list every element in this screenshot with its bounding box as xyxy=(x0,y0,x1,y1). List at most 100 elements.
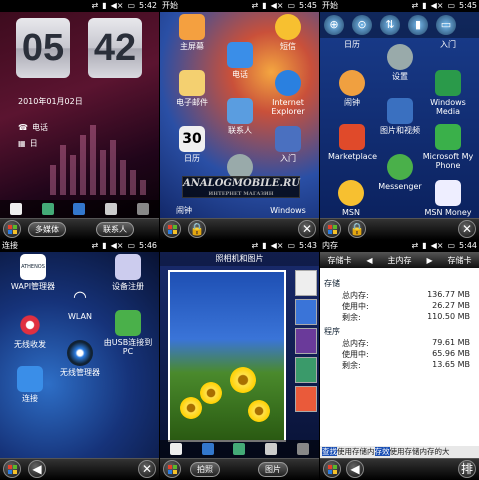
thumbnail[interactable] xyxy=(295,299,317,325)
home-tab-icon[interactable] xyxy=(9,203,22,215)
tile-wireless-manager[interactable]: 无线管理器 xyxy=(56,340,104,377)
tile-wlan[interactable]: ◠ WLAN xyxy=(56,284,104,321)
close-button[interactable]: ✕ xyxy=(298,220,316,238)
battery-icon: ▭ xyxy=(127,1,136,10)
softkey-multimedia[interactable]: 多媒体 xyxy=(28,222,66,237)
tile-windows[interactable]: Windows xyxy=(264,206,312,215)
thumbnail[interactable] xyxy=(295,386,317,412)
tile-connections[interactable]: 连接 xyxy=(6,366,54,403)
start-button[interactable] xyxy=(163,460,181,478)
tile-label: WLAN xyxy=(67,312,92,321)
tile-device-registration[interactable]: 设备注册 xyxy=(104,254,152,291)
tile-messenger[interactable]: Messenger xyxy=(376,154,424,191)
tile-calendar[interactable]: 30 日历 xyxy=(168,126,216,163)
home-tab-icon[interactable] xyxy=(169,443,182,455)
connections-panel: 连接 ⇄ ▮ ◀× ▭ 5:46 ATHENOS WAPI管理器 设备注册 ◠ WL… xyxy=(0,240,159,480)
photo-preview[interactable] xyxy=(168,270,286,442)
status-bar: 连接 ⇄ ▮ ◀× ▭ 5:46 xyxy=(0,240,159,252)
tile-calendar[interactable]: 日历 xyxy=(328,40,376,49)
people-tab-icon[interactable] xyxy=(233,443,246,455)
memory-footer-link[interactable]: 查找使用存储内存效使用存储内存的大 xyxy=(320,446,479,458)
tab-prev-arrow[interactable]: ◀ xyxy=(366,256,372,265)
sort-button[interactable]: 排 xyxy=(458,460,476,478)
windows-flag-icon xyxy=(168,225,177,234)
softkey-pictures[interactable]: 图片 xyxy=(258,462,288,477)
gear-icon xyxy=(387,44,413,70)
tab-next-arrow[interactable]: ▶ xyxy=(426,256,432,265)
tile-wireless-radio[interactable]: 无线收发 xyxy=(6,312,54,349)
close-button[interactable]: ✕ xyxy=(138,460,156,478)
tile-getting-started[interactable]: 入门 xyxy=(264,126,312,163)
thumbnail[interactable] xyxy=(295,357,317,383)
photos-tab-icon[interactable] xyxy=(265,443,278,455)
status-time: 5:42 xyxy=(139,1,157,10)
status-bar: 内存 ⇄ ▮ ◀× ▭ 5:44 xyxy=(320,240,479,252)
battery-status-icon[interactable]: ▭ xyxy=(436,15,456,35)
radio-target-icon xyxy=(17,312,43,338)
tile-label: 短信 xyxy=(280,42,296,51)
lock-button[interactable]: 🔒 xyxy=(348,220,366,238)
start-button[interactable] xyxy=(323,460,341,478)
tile-label: 无线管理器 xyxy=(60,368,100,377)
tile-marketplace[interactable]: Marketplace xyxy=(328,124,377,161)
watermark-logo: ANALOGMOBILE.RU ИНТЕРНЕТ МАГАЗИН xyxy=(182,176,300,198)
signal-icon: ▮ xyxy=(102,1,107,10)
sync-icon: ⇄ xyxy=(411,241,419,250)
window-title: 开始 xyxy=(322,1,338,10)
signal-bars-icon[interactable]: ▮ xyxy=(408,15,428,35)
tile-msn-money[interactable]: MSN Money xyxy=(420,180,476,217)
settings-tab-icon[interactable] xyxy=(297,443,310,455)
tile-windows-media[interactable]: Windows Media xyxy=(424,70,472,116)
messages-tab-icon[interactable] xyxy=(201,443,214,455)
volume-icon: ◀× xyxy=(270,1,284,10)
status-bar: ⇄ ▮ ◀× ▭ 5:43 xyxy=(160,240,319,252)
lock-button[interactable]: 🔒 xyxy=(188,220,206,238)
bottom-bar: ◀ ✕ xyxy=(0,458,159,480)
messages-tab-icon[interactable] xyxy=(73,203,86,215)
calendar-icon: 30 xyxy=(179,126,205,152)
back-button[interactable]: ◀ xyxy=(346,460,364,478)
tile-alarm[interactable]: 闹钟 xyxy=(328,70,376,107)
tile-contacts[interactable]: 联系人 xyxy=(216,98,264,135)
tile-wapi-manager[interactable]: ATHENOS WAPI管理器 xyxy=(6,254,60,291)
close-button[interactable]: ✕ xyxy=(458,220,476,238)
back-button[interactable]: ◀ xyxy=(28,460,46,478)
connection-icon[interactable]: ⊙ xyxy=(352,15,372,35)
zoom-icon[interactable]: ⊕ xyxy=(324,15,344,35)
window-title: 开始 xyxy=(162,1,178,10)
start-button[interactable] xyxy=(163,220,181,238)
chat-bubble-icon xyxy=(275,14,301,40)
settings-tab-icon[interactable] xyxy=(137,203,150,215)
tile-usb-to-pc[interactable]: 由USB连接到PC xyxy=(100,310,156,356)
tile-label: 电子邮件 xyxy=(176,98,208,107)
tile-alarm[interactable]: 闹钟 xyxy=(160,206,208,215)
tile-phone[interactable]: 电话 xyxy=(216,42,264,79)
sun-icon xyxy=(338,180,364,206)
tile-internet-explorer[interactable]: Internet Explorer xyxy=(264,70,312,116)
storage-total-row: 总内存: 136.77 MB xyxy=(342,290,470,301)
network-icon[interactable]: ⇅ xyxy=(380,15,400,35)
tile-label: 闹钟 xyxy=(344,98,360,107)
thumbnail[interactable] xyxy=(295,328,317,354)
tile-my-phone[interactable]: Microsoft My Phone xyxy=(420,124,476,170)
people-tab-icon[interactable] xyxy=(41,203,54,215)
home-icon xyxy=(179,14,205,40)
tab-main-memory[interactable]: 主内存 xyxy=(388,255,412,266)
tile-email[interactable]: 电子邮件 xyxy=(168,70,216,107)
tab-storage-card-right[interactable]: 存储卡 xyxy=(448,255,472,266)
home-tab-bar xyxy=(160,440,319,458)
tile-sms[interactable]: 短信 xyxy=(264,14,312,51)
start-button[interactable] xyxy=(323,220,341,238)
tile-home[interactable]: 主屏幕 xyxy=(168,14,216,51)
start-button[interactable] xyxy=(3,460,21,478)
softkey-take-photo[interactable]: 拍照 xyxy=(190,462,220,477)
photos-tab-icon[interactable] xyxy=(105,203,118,215)
tile-getting-started[interactable]: 入门 xyxy=(424,40,472,49)
tile-settings[interactable]: 设置 xyxy=(376,44,424,81)
find-link[interactable]: 查找 xyxy=(322,447,337,456)
softkey-contacts[interactable]: 联系人 xyxy=(96,222,134,237)
camera-icon[interactable] xyxy=(295,270,317,296)
start-button[interactable] xyxy=(3,220,21,238)
tile-pictures-videos[interactable]: 图片和视频 xyxy=(376,98,424,135)
tab-storage-card-left[interactable]: 存储卡 xyxy=(327,255,351,266)
